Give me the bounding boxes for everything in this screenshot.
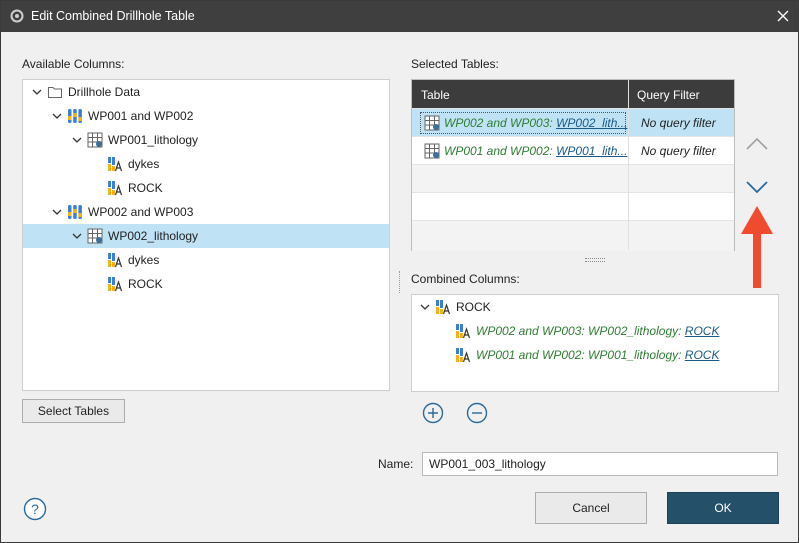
- red-arrow-annotation: [741, 206, 773, 288]
- chevron-down-icon[interactable]: [71, 230, 83, 242]
- combined-column-item[interactable]: WP002 and WP003: WP002_lithology: ROCK: [412, 319, 778, 343]
- category-column-icon: [455, 347, 471, 363]
- dialog-window: Edit Combined Drillhole Table Available …: [0, 0, 799, 543]
- category-column-icon: [107, 252, 123, 268]
- available-columns-label: Available Columns:: [22, 57, 125, 71]
- help-icon[interactable]: ?: [23, 497, 47, 521]
- selected-tables-grid: Table Query Filter WP002 and WP003: WP00…: [411, 79, 735, 251]
- column-header-query-filter[interactable]: Query Filter: [637, 88, 700, 102]
- tree-node-label: WP002 and WP003: [88, 205, 194, 219]
- table-icon: [424, 143, 440, 159]
- tree-node[interactable]: WP002 and WP003: [23, 200, 389, 224]
- title-bar: Edit Combined Drillhole Table: [1, 1, 798, 32]
- cancel-button[interactable]: Cancel: [535, 492, 647, 524]
- move-up-icon[interactable]: [744, 134, 770, 154]
- focus-outline: [420, 112, 626, 134]
- remove-icon[interactable]: [466, 402, 488, 424]
- combined-column-label: WP002 and WP003: WP002_lithology: ROCK: [476, 324, 719, 338]
- combined-columns-tree[interactable]: ROCK WP002 and WP003: WP002_lithology: R…: [411, 294, 779, 392]
- chevron-down-icon[interactable]: [31, 86, 43, 98]
- combined-root-label: ROCK: [456, 300, 491, 314]
- table-name-prefix: WP001 and WP002:: [444, 144, 557, 158]
- tree-node-label: Drillhole Data: [68, 85, 141, 99]
- empty-row: [412, 164, 734, 193]
- table-link[interactable]: WP001_lith...: [556, 144, 627, 158]
- name-input[interactable]: WP001_003_lithology: [422, 452, 778, 476]
- combined-column-link[interactable]: ROCK: [685, 348, 720, 362]
- add-icon[interactable]: [422, 402, 444, 424]
- chevron-down-icon[interactable]: [419, 301, 431, 313]
- category-column-icon: [107, 180, 123, 196]
- combined-columns-label: Combined Columns:: [411, 272, 520, 286]
- empty-row: [412, 192, 734, 221]
- query-filter-cell[interactable]: No query filter: [641, 144, 716, 158]
- select-tables-button[interactable]: Select Tables: [22, 399, 125, 423]
- tree-node-label: ROCK: [128, 181, 163, 195]
- table-icon: [87, 228, 103, 244]
- available-columns-tree[interactable]: Drillhole Data WP001 and WP002 WP001_litho…: [22, 79, 390, 391]
- combined-column-prefix: WP001 and WP002: WP001_lithology:: [476, 348, 685, 362]
- tree-node[interactable]: ROCK: [23, 176, 389, 200]
- name-label: Name:: [378, 457, 414, 471]
- column-header-table[interactable]: Table: [421, 88, 450, 102]
- drillhole-set-icon: [67, 204, 83, 220]
- vertical-grip: [399, 271, 403, 293]
- move-down-icon[interactable]: [744, 177, 770, 197]
- table-name-cell: WP001 and WP002: WP001_lith...: [444, 144, 627, 158]
- tree-node-label: dykes: [128, 253, 160, 267]
- tree-node[interactable]: dykes: [23, 248, 389, 272]
- tree-node[interactable]: dykes: [23, 152, 389, 176]
- query-filter-cell[interactable]: No query filter: [641, 116, 716, 130]
- table-row[interactable]: WP001 and WP002: WP001_lith... No query f…: [412, 136, 734, 165]
- tree-node[interactable]: WP002_lithology: [23, 224, 389, 248]
- combined-column-label: WP001 and WP002: WP001_lithology: ROCK: [476, 348, 719, 362]
- empty-row: [412, 220, 734, 251]
- category-column-icon: [435, 299, 451, 315]
- table-header: Table Query Filter: [412, 80, 734, 108]
- tree-node-label: dykes: [128, 157, 160, 171]
- drillhole-set-icon: [67, 108, 83, 124]
- tree-node[interactable]: Drillhole Data: [23, 80, 389, 104]
- category-column-icon: [455, 323, 471, 339]
- selected-tables-label: Selected Tables:: [411, 57, 499, 71]
- chevron-down-icon[interactable]: [71, 134, 83, 146]
- category-column-icon: [107, 156, 123, 172]
- table-row[interactable]: WP002 and WP003: WP002_lith... No query f…: [412, 108, 734, 137]
- category-column-icon: [107, 276, 123, 292]
- table-icon: [87, 132, 103, 148]
- app-icon: [10, 9, 24, 23]
- tree-node[interactable]: ROCK: [23, 272, 389, 296]
- splitter-handle[interactable]: [585, 258, 605, 262]
- chevron-down-icon[interactable]: [51, 206, 63, 218]
- tree-node[interactable]: WP001_lithology: [23, 128, 389, 152]
- tree-node-label: ROCK: [128, 277, 163, 291]
- svg-text:?: ?: [31, 501, 39, 517]
- close-icon[interactable]: [768, 1, 798, 32]
- chevron-down-icon[interactable]: [51, 110, 63, 122]
- combined-column-prefix: WP002 and WP003: WP002_lithology:: [476, 324, 685, 338]
- tree-node-label: WP001_lithology: [108, 133, 199, 147]
- folder-icon: [47, 84, 63, 100]
- ok-button[interactable]: OK: [667, 492, 779, 524]
- tree-node[interactable]: WP001 and WP002: [23, 104, 389, 128]
- combined-column-item[interactable]: WP001 and WP002: WP001_lithology: ROCK: [412, 343, 778, 367]
- tree-node-label: WP001 and WP002: [88, 109, 194, 123]
- tree-node-label: WP002_lithology: [108, 229, 199, 243]
- window-title: Edit Combined Drillhole Table: [31, 9, 195, 23]
- combined-column-link[interactable]: ROCK: [685, 324, 720, 338]
- combined-root-row[interactable]: ROCK: [412, 295, 778, 319]
